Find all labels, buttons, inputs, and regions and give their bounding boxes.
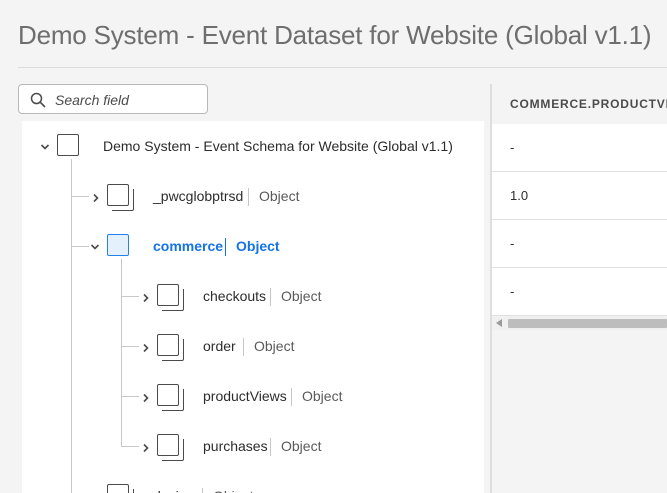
table-row: - bbox=[492, 220, 667, 268]
tree-node-device[interactable]: device Object bbox=[22, 480, 484, 493]
tree-node-checkouts[interactable]: checkouts Object bbox=[22, 280, 484, 312]
object-icon bbox=[157, 384, 184, 411]
label-separator bbox=[291, 388, 292, 406]
data-preview-grid: COMMERCE.PRODUCTVIEWS - 1.0 - - bbox=[492, 84, 667, 493]
label-separator bbox=[270, 288, 271, 306]
tree-node-type: Object bbox=[302, 388, 343, 404]
scrollbar-thumb[interactable] bbox=[508, 319, 667, 328]
grid-body: - 1.0 - - bbox=[492, 124, 667, 316]
page-title: Demo System - Event Dataset for Website … bbox=[18, 20, 652, 50]
chevron-right-icon[interactable] bbox=[141, 393, 151, 403]
label-separator bbox=[225, 238, 226, 256]
tree-node-label: purchases bbox=[203, 438, 268, 454]
tree-node-type: Object bbox=[213, 488, 253, 493]
tree-node-commerce[interactable]: commerce Object bbox=[22, 230, 484, 262]
tree-node-purchases[interactable]: purchases Object bbox=[22, 430, 484, 462]
table-cell: - bbox=[510, 236, 515, 251]
tree-node-root[interactable]: Demo System - Event Schema for Website (… bbox=[22, 130, 484, 162]
table-cell: - bbox=[510, 140, 515, 155]
tree-node-label: productViews bbox=[203, 388, 287, 404]
chevron-right-icon[interactable] bbox=[141, 443, 151, 453]
label-separator bbox=[202, 488, 203, 493]
chevron-down-icon[interactable] bbox=[90, 242, 100, 252]
object-icon-selected bbox=[107, 234, 129, 256]
chevron-down-icon[interactable] bbox=[40, 142, 50, 152]
horizontal-scrollbar[interactable] bbox=[492, 316, 667, 330]
schema-tree: Demo System - Event Schema for Website (… bbox=[22, 121, 484, 493]
table-row: - bbox=[492, 124, 667, 172]
tree-node-label: commerce bbox=[153, 238, 224, 254]
tree-node-order[interactable]: order Object bbox=[22, 330, 484, 362]
search-icon bbox=[30, 92, 46, 108]
table-cell: 1.0 bbox=[510, 188, 529, 203]
label-separator bbox=[270, 438, 271, 456]
tree-node-type: Object bbox=[281, 438, 322, 454]
object-icon bbox=[157, 434, 184, 461]
table-row: - bbox=[492, 268, 667, 316]
table-cell: - bbox=[510, 284, 515, 299]
tree-node-label: order bbox=[203, 338, 236, 354]
schema-icon bbox=[57, 134, 79, 156]
scroll-left-arrow-icon[interactable] bbox=[496, 319, 503, 327]
object-icon bbox=[107, 184, 134, 211]
object-icon bbox=[157, 334, 184, 361]
tree-node-label: _pwcglobptrsd bbox=[153, 188, 244, 204]
tree-node-label: checkouts bbox=[203, 288, 267, 304]
object-icon bbox=[107, 484, 134, 493]
title-divider bbox=[18, 67, 667, 68]
search-input[interactable] bbox=[53, 89, 207, 111]
tree-node-productviews[interactable]: productViews Object bbox=[22, 380, 484, 412]
chevron-right-icon[interactable] bbox=[141, 343, 151, 353]
label-separator bbox=[248, 188, 249, 206]
tree-node-label: Demo System - Event Schema for Website (… bbox=[103, 138, 453, 154]
tree-node-type: Object bbox=[254, 338, 295, 354]
tree-node-type: Object bbox=[259, 188, 300, 204]
chevron-right-icon[interactable] bbox=[91, 193, 101, 203]
tree-node-type: Object bbox=[236, 238, 280, 254]
object-icon bbox=[157, 284, 184, 311]
tree-node-type: Object bbox=[281, 288, 322, 304]
chevron-right-icon[interactable] bbox=[141, 293, 151, 303]
column-header[interactable]: COMMERCE.PRODUCTVIEWS bbox=[510, 97, 667, 111]
tree-node-label: device bbox=[153, 488, 193, 493]
tree-node-pwcglobptrsd[interactable]: _pwcglobptrsd Object bbox=[22, 180, 484, 212]
search-box[interactable] bbox=[18, 84, 208, 114]
table-row: 1.0 bbox=[492, 172, 667, 220]
label-separator bbox=[243, 338, 244, 356]
